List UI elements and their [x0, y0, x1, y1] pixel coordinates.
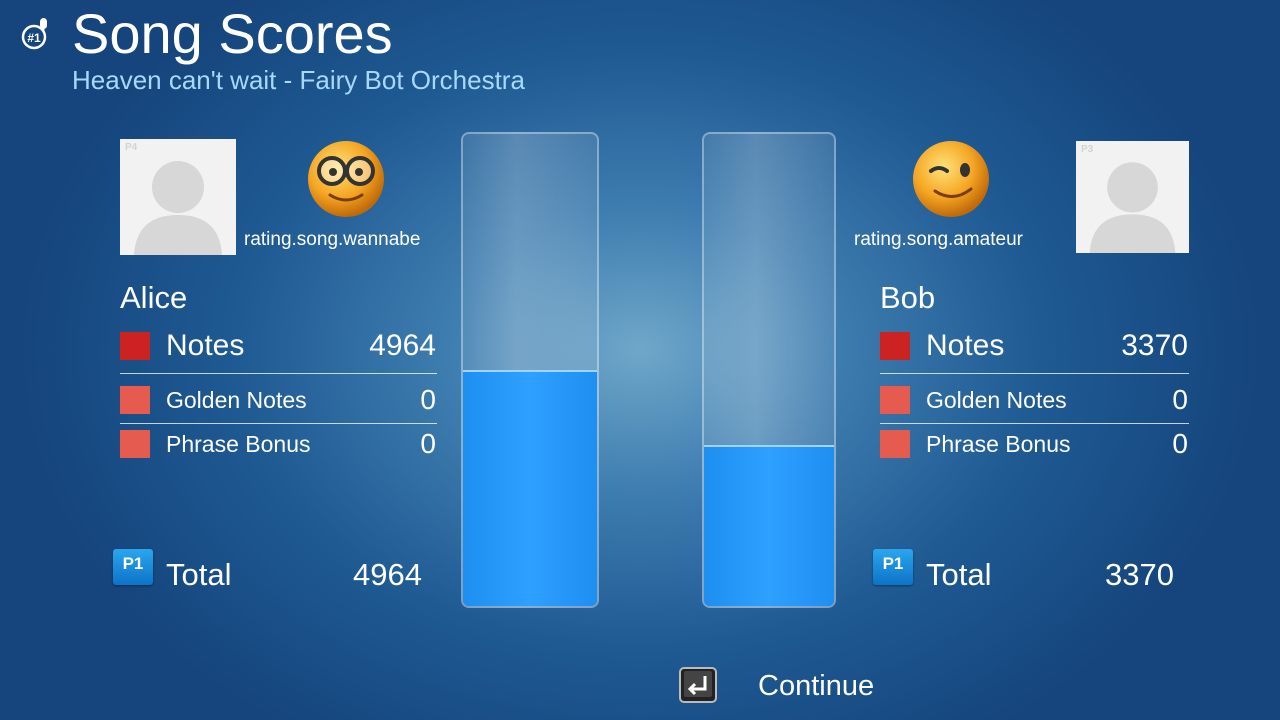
song-subtitle: Heaven can't wait - Fairy Bot Orchestra	[72, 65, 525, 95]
total-label-left: Total	[166, 557, 232, 592]
song-rating-left: rating.song.wannabe	[244, 229, 421, 250]
phrase-bonus-label: Phrase Bonus	[926, 431, 1071, 457]
notes-value: 4964	[369, 329, 436, 362]
phrase-bonus-label: Phrase Bonus	[166, 431, 311, 457]
winking-smiley-icon	[913, 141, 989, 217]
continue-button[interactable]: Continue	[758, 668, 874, 704]
golden-notes-marker	[120, 386, 150, 414]
total-label-right: Total	[926, 557, 992, 592]
karaoke-mic-icon: #1	[21, 18, 47, 50]
enter-key-icon[interactable]	[679, 667, 717, 703]
player-avatar-left: P4	[120, 139, 236, 255]
score-bar-left	[461, 132, 599, 608]
player-badge-left: P1	[113, 549, 153, 585]
golden-notes-value: 0	[1172, 384, 1188, 415]
golden-notes-row-left: Golden Notes 0	[120, 378, 436, 422]
notes-label: Notes	[166, 329, 245, 362]
player-name-left: Alice	[120, 280, 188, 315]
notes-marker	[120, 332, 150, 360]
notes-marker	[880, 332, 910, 360]
notes-value: 3370	[1121, 329, 1188, 362]
phrase-bonus-row-right: Phrase Bonus 0	[880, 422, 1188, 466]
notes-label: Notes	[926, 329, 1005, 362]
notes-row-left: Notes 4964	[120, 324, 436, 368]
phrase-bonus-value: 0	[420, 428, 436, 459]
song-rating-right: rating.song.amateur	[854, 229, 1023, 250]
phrase-bonus-marker	[880, 430, 910, 458]
total-value-right: 3370	[1105, 557, 1174, 592]
phrase-bonus-marker	[120, 430, 150, 458]
golden-notes-label: Golden Notes	[926, 387, 1067, 413]
notes-row-right: Notes 3370	[880, 324, 1188, 368]
page-title: Song Scores	[72, 2, 393, 65]
avatar-tag: P4	[125, 142, 138, 153]
score-bar-right	[702, 132, 836, 608]
player-avatar-right: P3	[1076, 141, 1189, 253]
player-badge-right: P1	[873, 549, 913, 585]
avatar-tag: P3	[1081, 144, 1094, 155]
player-name-right: Bob	[880, 280, 936, 315]
golden-notes-row-right: Golden Notes 0	[880, 378, 1188, 422]
score-bar-fill-left	[463, 369, 597, 606]
svg-text:#1: #1	[27, 31, 41, 45]
golden-notes-marker	[880, 386, 910, 414]
nerd-glasses-smiley-icon	[308, 141, 384, 217]
divider	[120, 373, 437, 374]
total-value-left: 4964	[353, 557, 422, 592]
phrase-bonus-value: 0	[1172, 428, 1188, 459]
score-bar-fill-right	[704, 444, 834, 606]
golden-notes-value: 0	[420, 384, 436, 415]
divider	[880, 373, 1189, 374]
golden-notes-label: Golden Notes	[166, 387, 307, 413]
phrase-bonus-row-left: Phrase Bonus 0	[120, 422, 436, 466]
